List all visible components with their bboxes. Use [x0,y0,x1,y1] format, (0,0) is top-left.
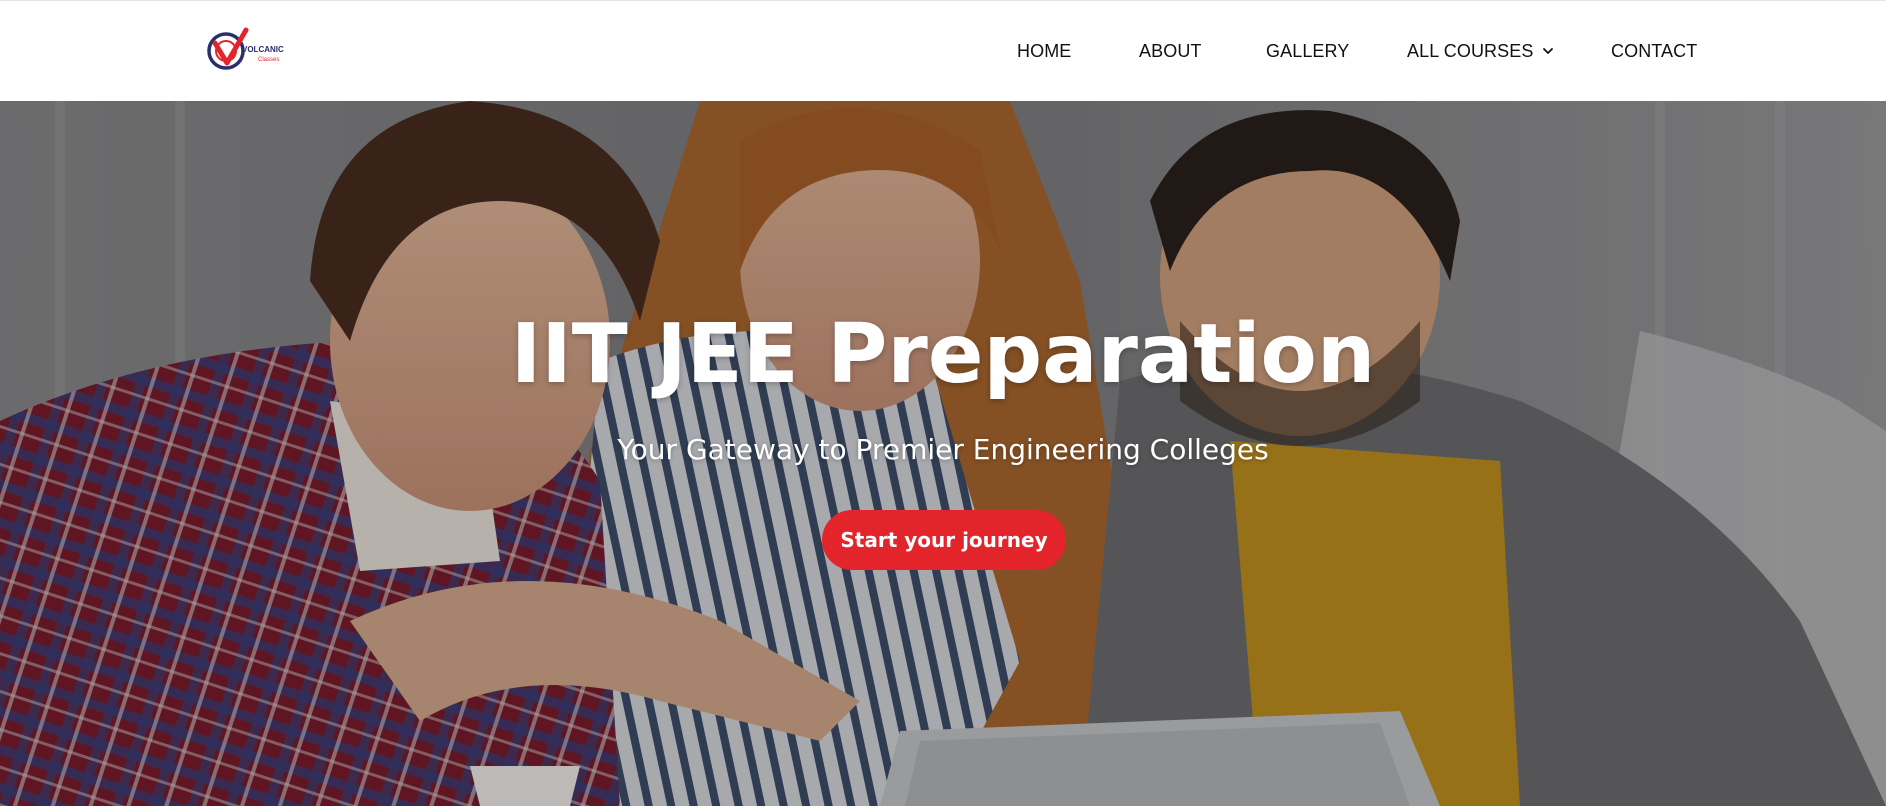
nav-all-courses-dropdown[interactable]: ALL COURSES [1407,41,1555,62]
nav-gallery-link[interactable]: GALLERY [1266,41,1349,62]
top-navbar: VOLCANIC Classes HOME ABOUT GALLERY ALL … [0,0,1886,101]
nav-contact-link[interactable]: CONTACT [1611,41,1697,62]
chevron-down-icon [1543,48,1554,54]
start-journey-button[interactable]: Start your journey [822,510,1066,570]
nav-about-link[interactable]: ABOUT [1139,41,1202,62]
nav-home-link[interactable]: HOME [1017,41,1071,62]
nav-all-courses-label: ALL COURSES [1407,41,1534,61]
main-nav: HOME ABOUT GALLERY ALL COURSES CONTACT [0,1,1886,102]
hero-section: IIT JEE Preparation Your Gateway to Prem… [0,101,1886,806]
hero-subtitle: Your Gateway to Premier Engineering Coll… [617,433,1269,466]
hero-title: IIT JEE Preparation [510,307,1376,402]
